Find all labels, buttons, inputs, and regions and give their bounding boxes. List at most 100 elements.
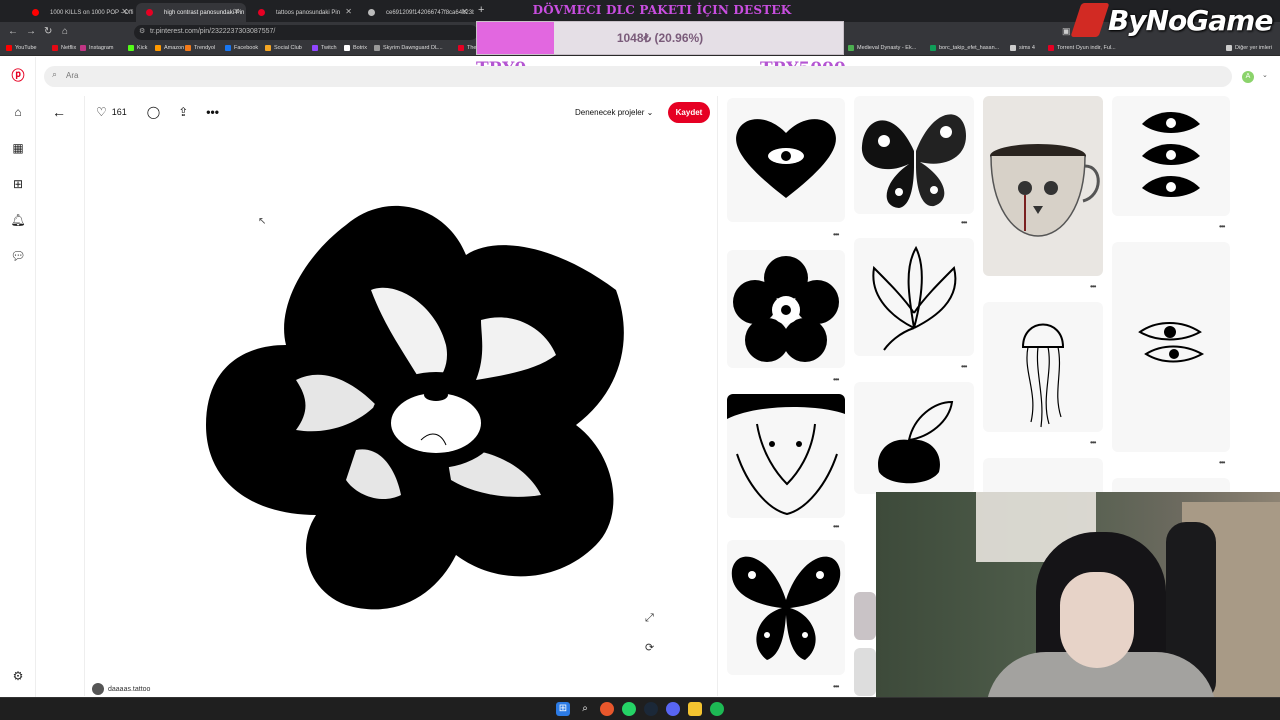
more-options-icon[interactable]: ••• xyxy=(833,375,839,384)
lily-illustration xyxy=(872,245,957,351)
forward-arrow-icon[interactable]: → xyxy=(26,26,36,37)
home-icon[interactable]: ⌂ xyxy=(10,104,26,120)
bookmark-favicon-icon xyxy=(185,45,191,51)
related-pin-flower-eye[interactable] xyxy=(727,250,845,368)
bookmark-favicon-icon xyxy=(374,45,380,51)
search-input[interactable]: ⌕ Ara xyxy=(44,66,1232,87)
related-pin-partial[interactable] xyxy=(854,592,876,640)
whatsapp-icon[interactable] xyxy=(622,702,636,716)
more-options-icon[interactable]: ••• xyxy=(961,218,967,227)
more-options-icon[interactable]: ••• xyxy=(833,682,839,691)
related-pin-skull-teacup[interactable] xyxy=(983,96,1103,276)
explore-icon[interactable]: ▦ xyxy=(10,140,26,156)
close-tab-icon[interactable]: ✕ xyxy=(461,7,468,16)
bookmark-item[interactable]: Skyrim Dawnguard DL... xyxy=(374,45,443,51)
bookmark-item[interactable]: Medieval Dynasty - Ek... xyxy=(848,45,916,51)
url-text: tr.pinterest.com/pin/2322237303087557/ xyxy=(150,28,276,35)
more-options-icon[interactable]: ••• xyxy=(1219,222,1225,231)
bookmark-favicon-icon xyxy=(155,45,161,51)
bookmark-item[interactable]: Diğer yer imleri xyxy=(1226,45,1272,51)
bookmark-label: borc_takip_efet_hasan... xyxy=(939,45,1000,51)
bookmark-item[interactable]: borc_takip_efet_hasan... xyxy=(930,45,999,51)
bookmark-item[interactable]: sims 4 xyxy=(1010,45,1035,51)
bookmark-item[interactable]: Torrent Oyun indir, Ful... xyxy=(1048,45,1116,51)
bookmark-item[interactable]: Instagram xyxy=(80,45,113,51)
browser-tab[interactable]: tattoos panosundaki Pin ✕ xyxy=(248,3,358,22)
author-name: daaaas.tattoo xyxy=(108,685,151,693)
board-select-dropdown[interactable]: Denenecek projeler ⌄ xyxy=(575,108,653,117)
messages-icon[interactable]: 💬︎ xyxy=(10,248,26,264)
related-pin-figure[interactable] xyxy=(727,394,845,518)
reload-icon[interactable]: ↻ xyxy=(44,26,52,37)
extensions-icon[interactable]: ▣ xyxy=(1062,26,1071,37)
spotify-icon[interactable] xyxy=(710,702,724,716)
bookmark-item[interactable]: Amazon xyxy=(155,45,184,51)
related-pin-eyes-sketch[interactable] xyxy=(1112,242,1230,452)
search-icon[interactable]: ⌕ xyxy=(578,702,592,716)
bookmark-item[interactable]: YouTube xyxy=(6,45,37,51)
pinterest-sidebar: ⓟ ⌂ ▦ ⊞ 🔔︎ 💬︎ ⚙ xyxy=(0,57,36,697)
more-options-icon[interactable]: ••• xyxy=(1219,458,1225,467)
bookmark-item[interactable]: Twitch xyxy=(312,45,337,51)
steam-icon[interactable] xyxy=(644,702,658,716)
site-info-icon[interactable]: ⚙ xyxy=(139,27,145,35)
close-tab-icon[interactable]: ✕ xyxy=(345,7,352,16)
related-pin-stacked-eyes[interactable] xyxy=(1112,96,1230,216)
browser-tab[interactable]: 1000 KILLS on 1000 POP - Offi ✕ xyxy=(22,3,134,22)
back-arrow-icon[interactable]: ← xyxy=(52,104,66,120)
more-options-icon[interactable]: ••• xyxy=(1090,282,1096,291)
settings-icon[interactable]: ⚙ xyxy=(10,668,26,684)
browser-tab[interactable]: ce691209f142066747f8ca64b23ba ✕ xyxy=(358,3,474,22)
bookmark-item[interactable]: Facebook xyxy=(225,45,258,51)
more-options-icon[interactable]: ••• xyxy=(833,522,839,531)
butterfly-illustration xyxy=(861,114,966,208)
browser-tab-active[interactable]: high contrast panosundaki Pin ✕ xyxy=(136,3,246,22)
eyes-sketch-illustration xyxy=(1138,322,1205,363)
related-pin-apple-flower[interactable] xyxy=(854,382,974,494)
browser-icon[interactable] xyxy=(600,702,614,716)
close-tab-icon[interactable]: ✕ xyxy=(121,7,128,16)
related-pin-butterfly-black[interactable] xyxy=(727,540,845,675)
brand-text: ByNoGame xyxy=(1108,3,1273,37)
create-icon[interactable]: ⊞ xyxy=(10,176,26,192)
bookmark-favicon-icon xyxy=(344,45,350,51)
bookmark-item[interactable]: Netflix xyxy=(52,45,76,51)
discord-icon[interactable] xyxy=(666,702,680,716)
bookmark-label: Instagram xyxy=(89,45,114,51)
bookmark-item[interactable]: Kick xyxy=(128,45,147,51)
close-tab-icon[interactable]: ✕ xyxy=(233,7,240,16)
save-button[interactable]: Kaydet xyxy=(668,102,710,123)
back-arrow-icon[interactable]: ← xyxy=(8,26,18,37)
bookmark-label: Trendyol xyxy=(194,45,216,51)
visual-search-icon[interactable]: ⟳ xyxy=(645,641,654,654)
search-icon: ⌕ xyxy=(52,69,58,79)
profile-avatar[interactable]: A xyxy=(1242,71,1254,83)
more-options-icon[interactable]: ••• xyxy=(206,105,219,119)
file-explorer-icon[interactable] xyxy=(688,702,702,716)
home-icon[interactable]: ⌂ xyxy=(62,26,68,37)
comment-icon[interactable]: ◯ xyxy=(147,105,160,119)
more-options-icon[interactable]: ••• xyxy=(1090,438,1096,447)
heart-icon[interactable]: ♡ xyxy=(96,105,107,119)
bookmark-item[interactable]: Botrix xyxy=(344,45,367,51)
expand-icon[interactable]: ⤢ xyxy=(645,612,654,625)
more-options-icon[interactable]: ••• xyxy=(833,230,839,239)
related-pin-heart-eye[interactable] xyxy=(727,98,845,222)
related-pin-jellyfish[interactable] xyxy=(983,302,1103,432)
bookmark-favicon-icon xyxy=(1048,45,1054,51)
address-bar[interactable]: ⚙ tr.pinterest.com/pin/2322237303087557/ xyxy=(134,25,478,40)
pinterest-logo-icon[interactable]: ⓟ xyxy=(10,68,26,84)
more-options-icon[interactable]: ••• xyxy=(961,362,967,371)
share-icon[interactable]: ⇪ xyxy=(178,105,188,119)
related-pin-butterfly[interactable] xyxy=(854,96,974,214)
windows-start-icon[interactable]: ⊞ xyxy=(556,702,570,716)
related-pin-partial[interactable] xyxy=(854,648,876,696)
heart-eye-illustration xyxy=(736,119,836,198)
pin-image-flower[interactable] xyxy=(196,195,636,625)
bookmark-item[interactable]: Social Club xyxy=(265,45,302,51)
pin-author[interactable]: daaaas.tattoo xyxy=(92,683,150,695)
bookmark-item[interactable]: Trendyol xyxy=(185,45,215,51)
account-chevron-down-icon[interactable]: ⌄ xyxy=(1262,71,1268,79)
notifications-icon[interactable]: 🔔︎ xyxy=(10,212,26,228)
related-pin-lily[interactable] xyxy=(854,238,974,356)
